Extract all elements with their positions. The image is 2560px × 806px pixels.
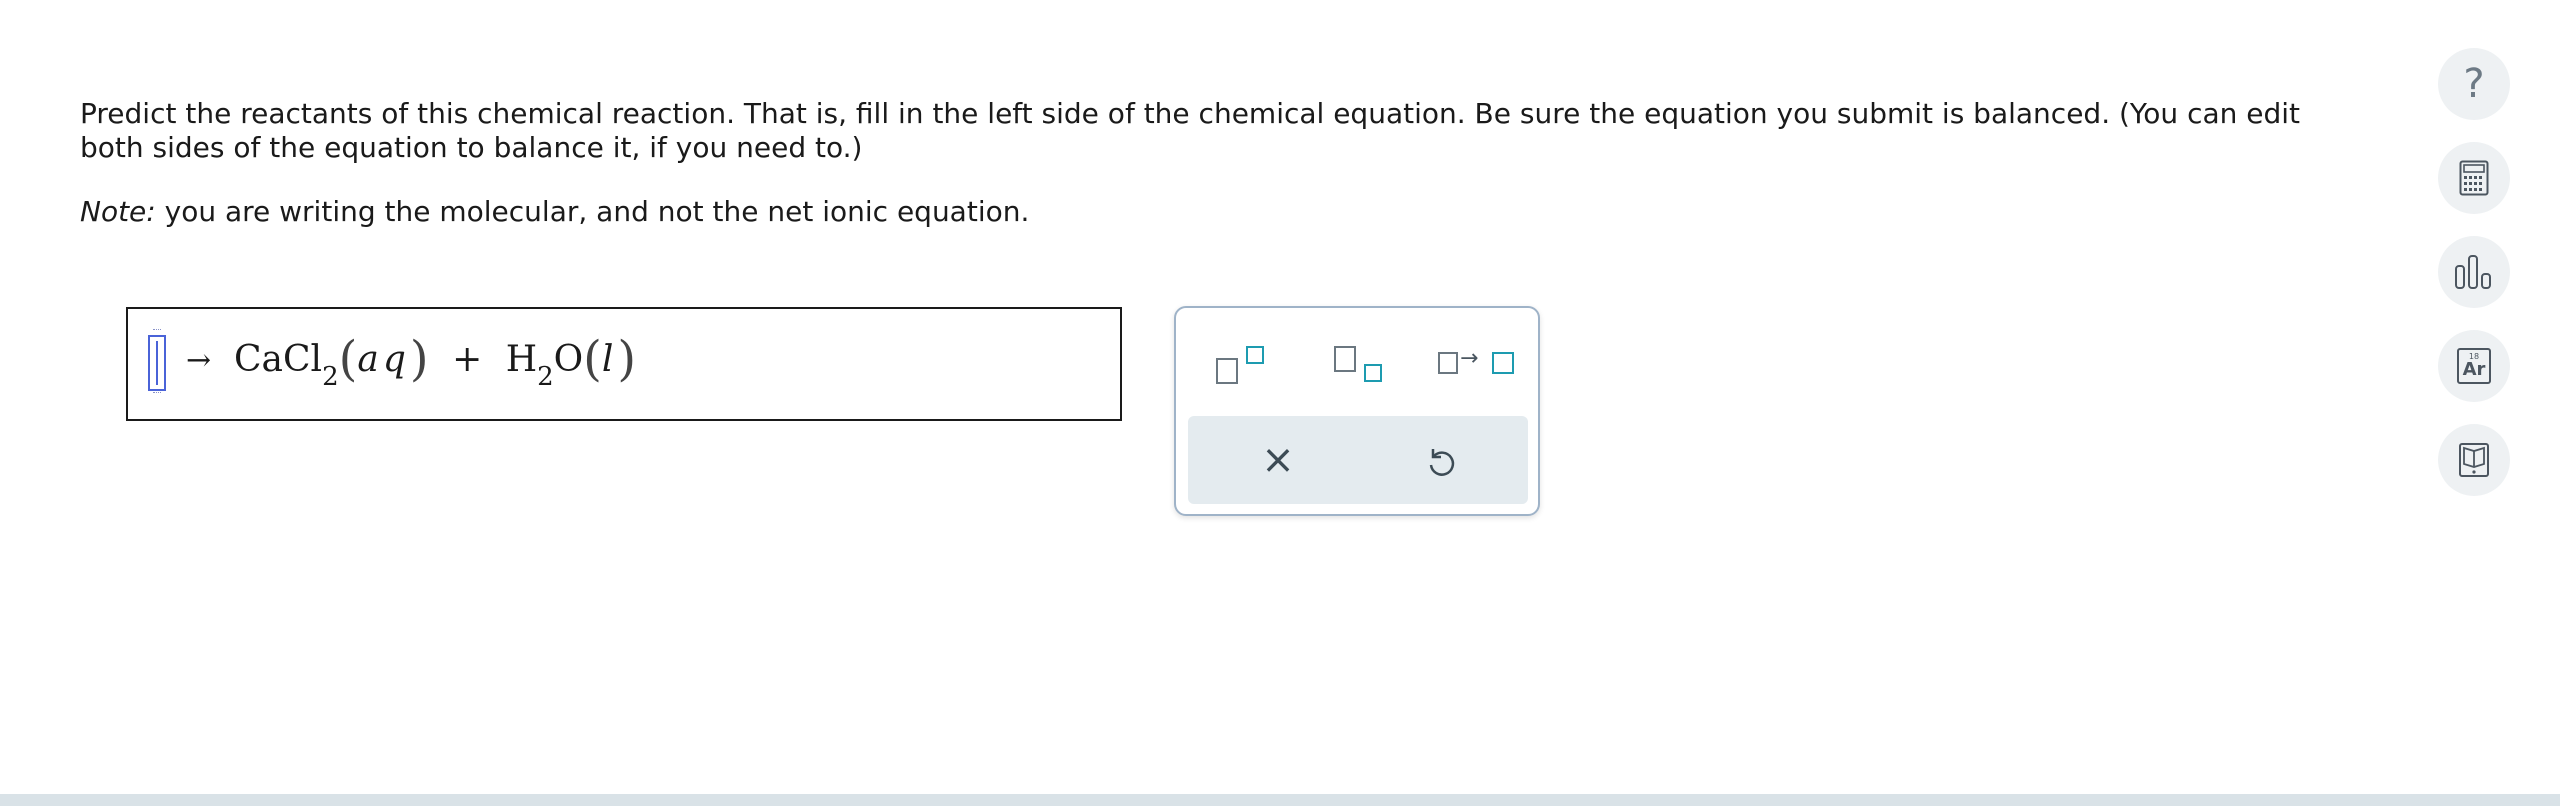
product-cacl2: CaCl2(aq) (234, 331, 429, 392)
question-text: Predict the reactants of this chemical r… (80, 97, 2350, 229)
reactant-input-slot[interactable] (148, 329, 166, 393)
product-h2o: H2O(l) (505, 331, 637, 392)
periodic-table-button[interactable]: 18 Ar (2438, 330, 2510, 402)
palette-actions: × (1188, 416, 1528, 504)
instructions: Predict the reactants of this chemical r… (80, 97, 2301, 164)
equation-palette: → × (1174, 306, 1540, 516)
tools-sidebar: ? 18 Ar (2438, 48, 2510, 518)
products: CaCl2(aq) + H2O(l) (234, 331, 637, 392)
undo-button[interactable] (1410, 430, 1470, 490)
help-button[interactable]: ? (2438, 48, 2510, 120)
subscript-template-button[interactable] (1334, 340, 1408, 390)
plus-sign: + (452, 339, 483, 380)
calculator-button[interactable] (2438, 142, 2510, 214)
reaction-arrow-template-button[interactable]: → (1438, 340, 1514, 390)
reaction-arrow: → (186, 343, 212, 378)
calculator-icon (2459, 160, 2489, 196)
data-chart-button[interactable] (2438, 236, 2510, 308)
bottom-bar (0, 794, 2560, 806)
note-label: Note: (80, 195, 156, 228)
bar-chart-icon (2455, 255, 2491, 289)
note: Note: you are writing the molecular, and… (80, 195, 2350, 229)
textbook-button[interactable] (2438, 424, 2510, 496)
book-icon (2459, 443, 2489, 477)
superscript-template-button[interactable] (1216, 340, 1290, 390)
periodic-table-icon: 18 Ar (2457, 348, 2491, 384)
clear-button[interactable]: × (1248, 430, 1308, 490)
close-icon: × (1261, 437, 1295, 483)
note-text: you are writing the molecular, and not t… (155, 195, 1030, 228)
question-mark-icon: ? (2463, 61, 2485, 107)
undo-icon (1429, 449, 1455, 476)
equation-input-box[interactable]: → CaCl2(aq) + H2O(l) (126, 307, 1122, 421)
